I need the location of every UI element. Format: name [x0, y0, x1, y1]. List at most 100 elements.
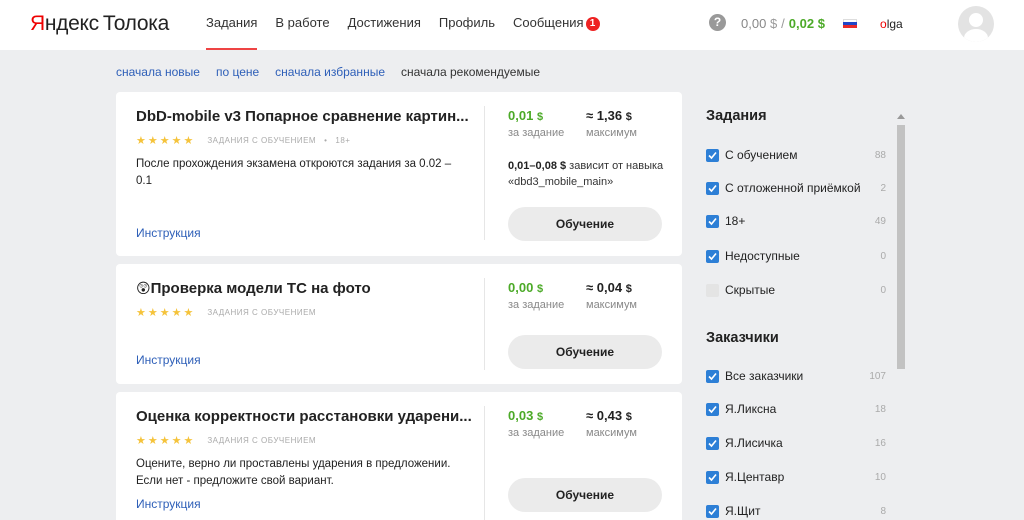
checkbox-checked-icon[interactable] — [706, 214, 719, 228]
help-icon[interactable]: ? — [709, 14, 726, 31]
task-title[interactable]: DbD-mobile v3 Попарное сравнение картин.… — [136, 108, 469, 125]
training-button[interactable]: Обучение — [508, 335, 662, 369]
nav-achievements[interactable]: Достижения — [348, 0, 421, 50]
filter-label: Все заказчики — [725, 369, 804, 383]
nav-tasks[interactable]: Задания — [206, 0, 258, 50]
filter-with-training[interactable]: С обучением 88 — [706, 146, 886, 164]
sort-newest[interactable]: сначала новые — [116, 65, 200, 79]
price-currency: $ — [536, 111, 544, 123]
checkbox-checked-icon[interactable] — [706, 148, 719, 162]
earned-value: 0,02 — [788, 16, 815, 31]
russia-flag-icon[interactable] — [843, 19, 857, 28]
price-value: 0,03 — [508, 408, 534, 423]
clients-filter-title: Заказчики — [706, 330, 779, 346]
checkbox-checked-icon[interactable] — [706, 249, 719, 263]
price-value: 0,01 — [508, 108, 534, 123]
filter-delayed-acceptance[interactable]: С отложенной приёмкой 2 — [706, 179, 886, 197]
filter-count: 88 — [874, 149, 886, 161]
checkbox-unchecked-icon[interactable] — [706, 283, 719, 297]
user-avatar-icon — [964, 13, 988, 42]
filter-label: Недоступные — [725, 249, 800, 263]
task-title-text: Проверка модели ТС на фото — [150, 280, 371, 297]
rating-stars-icon: ★★★★★ — [136, 307, 196, 319]
max-value: ≈ 1,36 — [586, 108, 623, 123]
card-divider — [484, 106, 485, 240]
sort-price[interactable]: по цене — [216, 65, 259, 79]
max-value: ≈ 0,04 — [586, 280, 623, 295]
filter-client[interactable]: Я.Ликсна 18 — [706, 400, 886, 418]
max-currency: $ — [625, 111, 632, 123]
task-card[interactable]: DbD-mobile v3 Попарное сравнение картин.… — [116, 92, 682, 256]
price-range: 0,01–0,08 $ — [508, 160, 567, 172]
checkbox-checked-icon[interactable] — [706, 436, 719, 450]
training-button[interactable]: Обучение — [508, 478, 662, 512]
task-description: После прохождения экзамена откроются зад… — [136, 158, 452, 187]
top-header: Яндекс Толока Задания В работе Достижения… — [0, 0, 1024, 50]
card-divider — [484, 406, 485, 520]
filter-count: 0 — [880, 284, 886, 296]
nav-profile[interactable]: Профиль — [439, 0, 495, 50]
balance[interactable]: 0,00 $/0,02 $ — [741, 16, 825, 31]
sort-favorites[interactable]: сначала избранные — [275, 65, 385, 79]
filter-unavailable[interactable]: Недоступные 0 — [706, 247, 886, 265]
tasks-filter-title: Задания — [706, 108, 767, 124]
task-title[interactable]: 😲Проверка модели ТС на фото — [136, 280, 371, 297]
sort-recommended[interactable]: сначала рекомендуемые — [401, 65, 540, 79]
yandex-toloka-logo[interactable]: Яндекс Толока — [30, 12, 169, 36]
task-title[interactable]: Оценка корректности расстановки ударени.… — [136, 408, 472, 425]
filter-count: 2 — [880, 182, 886, 194]
filter-count: 8 — [880, 505, 886, 517]
balance-currency: $ — [769, 16, 778, 31]
filter-adult[interactable]: 18+ 49 — [706, 212, 886, 230]
nav-in-progress-label: В работе — [275, 15, 330, 30]
instruction-link[interactable]: Инструкция — [136, 497, 201, 511]
astonished-face-icon: 😲 — [136, 280, 151, 296]
max-price-label: максимум — [586, 427, 637, 439]
nav-profile-label: Профиль — [438, 15, 495, 30]
filter-all-clients[interactable]: Все заказчики 107 — [706, 367, 886, 385]
task-card[interactable]: Оценка корректности расстановки ударени.… — [116, 392, 682, 520]
filter-label: С отложенной приёмкой — [725, 181, 861, 195]
filter-label: Я.Ликсна — [725, 402, 777, 416]
scroll-up-icon[interactable] — [897, 114, 905, 119]
price-per-task: 0,03 $ — [508, 408, 543, 423]
task-tag: ЗАДАНИЯ С ОБУЧЕНИЕМ — [207, 308, 317, 317]
avatar[interactable] — [958, 6, 994, 42]
filter-label: Я.Центавр — [725, 470, 785, 484]
nav-in-progress[interactable]: В работе — [275, 0, 329, 50]
max-price: ≈ 0,04 $ — [586, 280, 632, 295]
sidebar-scrollbar[interactable] — [896, 112, 905, 520]
task-meta: ★★★★★ ЗАДАНИЯ С ОБУЧЕНИЕМ — [136, 306, 316, 319]
checkbox-checked-icon[interactable] — [706, 470, 719, 484]
card-divider — [484, 278, 485, 370]
filter-label: 18+ — [725, 214, 746, 228]
task-card[interactable]: 😲Проверка модели ТС на фото ★★★★★ ЗАДАНИ… — [116, 264, 682, 384]
price-currency: $ — [536, 283, 544, 295]
scroll-thumb[interactable] — [897, 125, 905, 369]
checkbox-checked-icon[interactable] — [706, 504, 719, 518]
checkbox-checked-icon[interactable] — [706, 181, 719, 195]
price-range-note: 0,01–0,08 $ зависит от навыка «dbd3_mobi… — [508, 158, 668, 190]
filter-client[interactable]: Я.Щит 8 — [706, 502, 886, 520]
instruction-link[interactable]: Инструкция — [136, 226, 201, 240]
instruction-link[interactable]: Инструкция — [136, 353, 201, 367]
filter-client[interactable]: Я.Центавр 10 — [706, 468, 886, 486]
messages-count-badge: 1 — [585, 17, 600, 31]
checkbox-checked-icon[interactable] — [706, 402, 719, 416]
flag-stripe-red — [843, 25, 857, 28]
price-value: 0,00 — [508, 280, 534, 295]
max-currency: $ — [625, 411, 632, 423]
username-rest: lga — [886, 17, 903, 31]
nav-messages[interactable]: Сообщения 1 — [513, 0, 600, 50]
max-price-label: максимум — [586, 299, 637, 311]
filter-label: Скрытые — [725, 283, 776, 297]
max-price-label: максимум — [586, 127, 637, 139]
training-button[interactable]: Обучение — [508, 207, 662, 241]
balance-separator: / — [781, 16, 785, 31]
filter-hidden[interactable]: Скрытые 0 — [706, 281, 886, 299]
filter-label: Я.Щит — [725, 504, 761, 518]
filter-client[interactable]: Я.Лисичка 16 — [706, 434, 886, 452]
username[interactable]: olga — [880, 17, 903, 31]
checkbox-checked-icon[interactable] — [706, 369, 719, 383]
max-price: ≈ 1,36 $ — [586, 108, 632, 123]
